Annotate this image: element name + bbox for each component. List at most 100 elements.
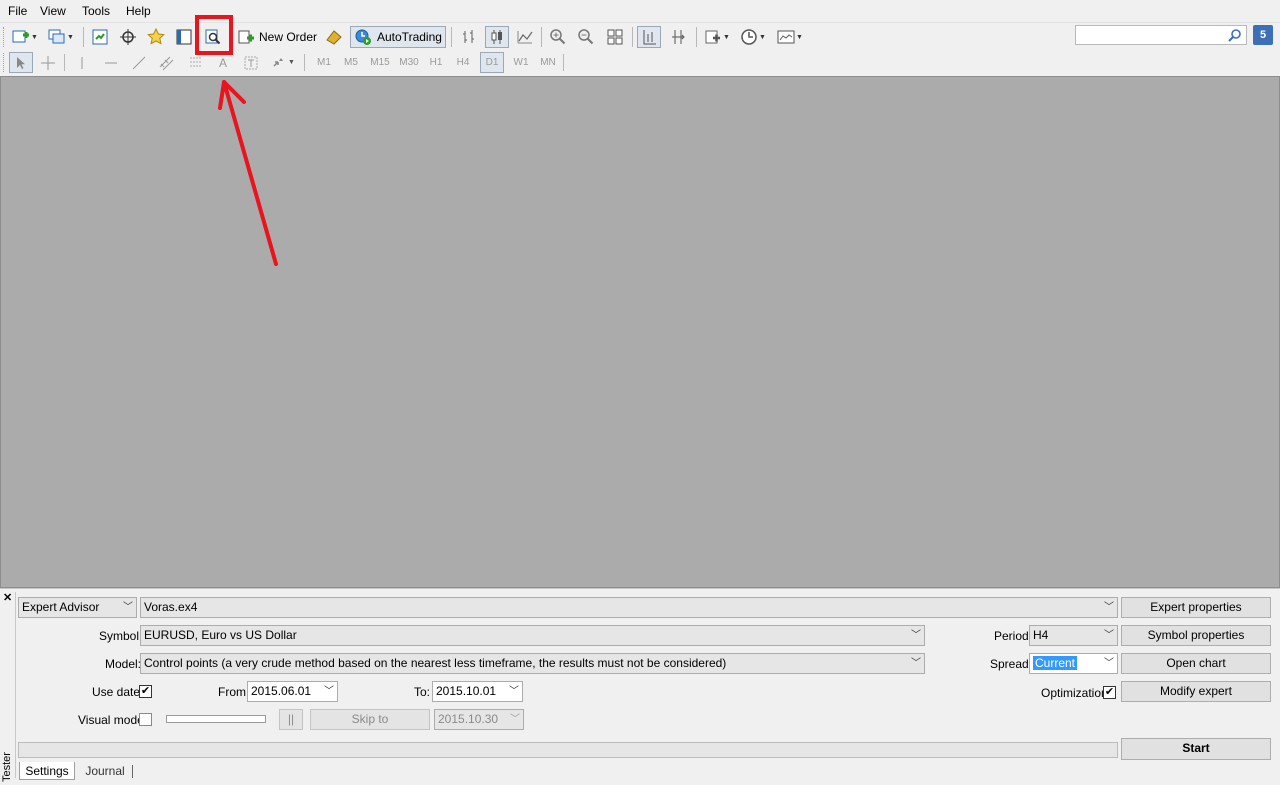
navigator-icon (147, 28, 165, 45)
chevron-down-icon: ﹀ (509, 686, 519, 697)
model-value: Control points (a very crude method base… (144, 656, 727, 670)
data-window-button[interactable] (117, 26, 139, 48)
autotrading-label: AutoTrading (377, 30, 442, 44)
chevron-down-icon: ﹀ (1104, 602, 1114, 613)
timeframe-m1[interactable]: M1 (312, 52, 336, 73)
test-progress-bar (18, 742, 1118, 758)
tester-panel-divider (15, 592, 16, 778)
timeframe-h1[interactable]: H1 (424, 52, 448, 73)
chart-workspace[interactable] (0, 76, 1280, 588)
notifications-badge[interactable]: 5 (1253, 25, 1273, 45)
timeframe-mn[interactable]: MN (536, 52, 560, 73)
zoom-in-button[interactable] (546, 26, 570, 48)
symbol-select[interactable]: EURUSD, Euro vs US Dollar ﹀ (140, 625, 925, 646)
autoscroll-button[interactable] (666, 26, 690, 48)
zoom-out-icon (578, 29, 594, 45)
tab-settings[interactable]: Settings (19, 762, 75, 780)
new-chart-button[interactable]: ▼ (10, 26, 40, 48)
timeframe-m5[interactable]: M5 (339, 52, 363, 73)
crosshair-icon (41, 55, 55, 70)
model-select[interactable]: Control points (a very crude method base… (140, 653, 925, 674)
horizontal-line-icon (105, 62, 117, 63)
new-order-button[interactable]: New Order (237, 26, 321, 48)
open-chart-button[interactable]: Open chart (1121, 653, 1271, 674)
toolbar-grip[interactable] (3, 53, 7, 72)
period-select[interactable]: H4 ﹀ (1029, 625, 1118, 646)
market-watch-button[interactable] (89, 26, 111, 48)
trendline-icon (132, 56, 146, 69)
toolbar-grip[interactable] (3, 27, 7, 47)
candlesticks-button[interactable] (485, 26, 509, 48)
search-input[interactable] (1075, 25, 1247, 45)
bar-chart-button[interactable] (457, 26, 481, 48)
chart-shift-icon (643, 30, 656, 45)
terminal-button[interactable] (173, 26, 195, 48)
visual-speed-slider[interactable] (166, 715, 266, 723)
tester-mode-value: Expert Advisor (22, 600, 100, 614)
annotation-arrow (218, 80, 278, 266)
crosshair-tool-button[interactable] (37, 52, 59, 73)
tile-windows-button[interactable] (603, 26, 627, 48)
periods-icon (741, 29, 757, 45)
skip-to-date-value: 2015.10.30 (438, 712, 499, 726)
equidistant-channel-button[interactable] (156, 52, 178, 73)
to-date-picker[interactable]: 2015.10.01 ﹀ (432, 681, 523, 702)
navigator-button[interactable] (145, 26, 167, 48)
chevron-down-icon: ﹀ (1104, 630, 1114, 641)
from-date-picker[interactable]: 2015.06.01 ﹀ (247, 681, 338, 702)
tester-close-icon[interactable]: ✕ (3, 591, 12, 604)
data-window-icon (120, 29, 136, 45)
spread-value: Current (1033, 656, 1078, 670)
tab-journal[interactable]: Journal (80, 762, 130, 780)
chevron-down-icon: ﹀ (324, 686, 334, 697)
profiles-button[interactable]: ▼ (46, 26, 76, 48)
modify-expert-button[interactable]: Modify expert (1121, 681, 1271, 702)
skip-to-button[interactable]: Skip to (310, 709, 430, 730)
timeframe-h4[interactable]: H4 (451, 52, 475, 73)
skip-to-date-picker[interactable]: 2015.10.30 ﹀ (434, 709, 524, 730)
indicators-button[interactable]: ▼ (702, 26, 732, 48)
timeframe-d1[interactable]: D1 (480, 52, 504, 73)
autotrading-button[interactable]: AutoTrading (350, 26, 446, 48)
timeframe-w1[interactable]: W1 (509, 52, 533, 73)
terminal-icon (176, 29, 192, 45)
menu-help[interactable]: Help (126, 4, 151, 18)
metaeditor-button[interactable] (323, 26, 345, 48)
new-order-icon (238, 30, 254, 44)
search-icon[interactable] (1228, 28, 1242, 42)
expert-select[interactable]: Voras.ex4 ﹀ (140, 597, 1118, 618)
symbol-label: Symbol: (99, 629, 143, 643)
expert-value: Voras.ex4 (144, 600, 198, 614)
menu-tools[interactable]: Tools (82, 4, 110, 18)
pause-button[interactable]: || (279, 709, 303, 730)
menu-view[interactable]: View (40, 4, 66, 18)
symbol-properties-button[interactable]: Symbol properties (1121, 625, 1271, 646)
period-label: Period: (994, 629, 1033, 643)
periods-button[interactable]: ▼ (737, 26, 769, 48)
chevron-down-icon: ﹀ (911, 630, 921, 641)
templates-button[interactable]: ▼ (774, 26, 806, 48)
timeframe-m30[interactable]: M30 (395, 52, 423, 73)
new-order-label: New Order (259, 30, 318, 44)
tab-separator (132, 765, 133, 778)
vertical-line-button[interactable] (72, 52, 92, 73)
visual-mode-checkbox[interactable] (139, 713, 152, 726)
cursor-tool-button[interactable] (9, 52, 33, 73)
timeframe-m15[interactable]: M15 (366, 52, 394, 73)
tile-windows-icon (607, 29, 623, 45)
optimization-checkbox[interactable]: ✔ (1103, 686, 1116, 699)
use-date-checkbox[interactable]: ✔ (139, 685, 152, 698)
horizontal-line-button[interactable] (100, 52, 122, 73)
trendline-button[interactable] (128, 52, 150, 73)
start-button[interactable]: Start (1121, 738, 1271, 760)
line-chart-button[interactable] (513, 26, 537, 48)
spread-select[interactable]: Current ﹀ (1029, 653, 1118, 674)
tester-mode-select[interactable]: Expert Advisor ﹀ (18, 597, 137, 618)
symbol-value: EURUSD, Euro vs US Dollar (144, 628, 297, 642)
menu-file[interactable]: File (8, 4, 27, 18)
expert-properties-button[interactable]: Expert properties (1121, 597, 1271, 618)
autoscroll-icon (672, 30, 685, 44)
cursor-icon (17, 56, 25, 69)
chart-shift-button[interactable] (637, 26, 661, 48)
zoom-out-button[interactable] (574, 26, 598, 48)
